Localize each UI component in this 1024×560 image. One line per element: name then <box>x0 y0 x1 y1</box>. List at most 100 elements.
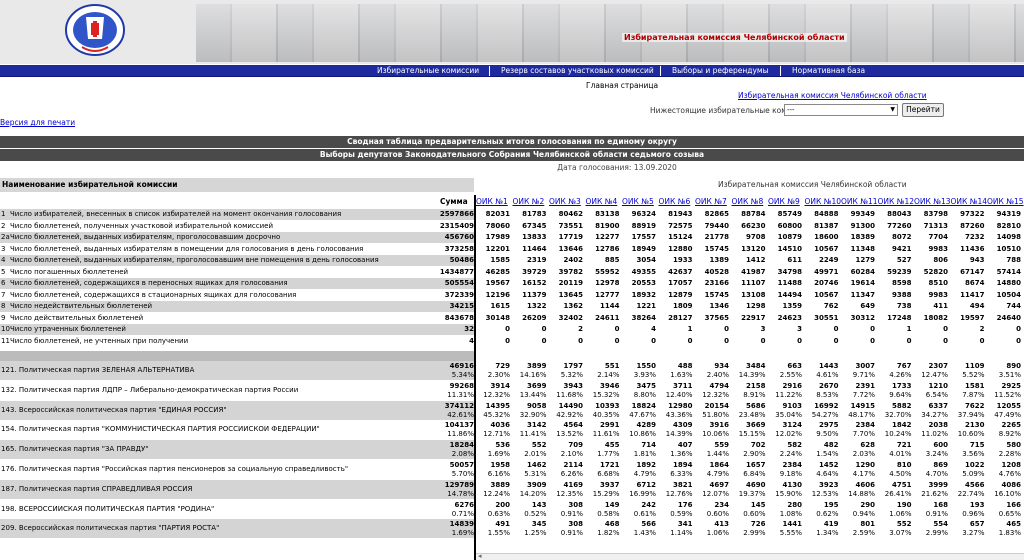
cell-percent: 3.24% <box>925 450 948 459</box>
nav-legal[interactable]: Нормативная база <box>792 66 865 75</box>
cell-value: 3699 <box>527 381 547 390</box>
cell-value: 1585 <box>490 256 510 264</box>
party-total: 99268 <box>449 381 474 390</box>
column-header-oik[interactable]: ОИК №15 <box>987 197 1024 206</box>
column-header-oik[interactable]: ОИК №8 <box>732 197 764 206</box>
column-header-oik[interactable]: ОИК №13 <box>914 197 951 206</box>
cell-percent: 12.47% <box>921 371 948 379</box>
go-button[interactable]: Перейти <box>902 103 944 117</box>
cell-value: 2402 <box>563 256 583 264</box>
row-total: 34215 <box>449 302 474 310</box>
cell-value: 8598 <box>892 279 912 287</box>
cell-value: 1290 <box>855 461 875 469</box>
cell-percent: 2.40% <box>706 371 729 379</box>
cell-value: 12201 <box>485 244 510 253</box>
column-header-oik[interactable]: ОИК №6 <box>659 197 691 206</box>
cell-value: 611 <box>787 256 802 264</box>
cell-value: 536 <box>495 441 510 450</box>
cell-percent: 40.35% <box>592 410 620 419</box>
horizontal-scrollbar[interactable]: ◂ <box>476 552 1024 560</box>
party-total-pct: 1.69% <box>451 529 474 538</box>
cell-value: 2038 <box>928 421 948 430</box>
home-link[interactable]: Главная страница <box>586 81 658 90</box>
cell-percent: 5.31% <box>524 470 547 478</box>
row-total: 372339 <box>444 290 474 299</box>
table-row: 8 Число недействительных бюллетеней 34215 1… <box>0 301 1024 312</box>
cell-percent: 4.70% <box>925 470 948 478</box>
nav-commissions[interactable]: Избирательные комиссии <box>377 66 479 75</box>
cell-value: 4697 <box>709 480 729 489</box>
party-total-pct: 14.78% <box>447 489 474 498</box>
column-header-oik[interactable]: ОИК №2 <box>513 197 545 206</box>
cell-value: 2114 <box>563 461 583 469</box>
cell-value: 20154 <box>704 401 729 410</box>
column-header-oik[interactable]: ОИК №5 <box>622 197 654 206</box>
cell-percent: 14.39% <box>665 430 693 439</box>
cell-percent: 1.55% <box>487 529 510 538</box>
subcommission-select[interactable]: --- ▼ <box>784 104 898 116</box>
cell-value: 1210 <box>928 381 948 390</box>
cell-value: 18389 <box>850 233 875 241</box>
cell-value: 234 <box>714 500 729 509</box>
cell-value: 24640 <box>996 313 1021 322</box>
cell-percent: 1.34% <box>816 529 839 538</box>
cell-percent: 0.60% <box>743 509 766 518</box>
cell-value: 14395 <box>485 401 510 410</box>
cell-value: 14098 <box>996 233 1021 241</box>
cell-value: 176 <box>677 500 693 509</box>
table-row: 10 Число утраченных бюллетеней 32 0 0 2 0 4 1 0 3 3… <box>0 324 1024 335</box>
column-header-oik[interactable]: ОИК №12 <box>878 197 915 206</box>
cell-percent: 12.02% <box>775 430 802 439</box>
cell-value: 559 <box>714 441 729 450</box>
cell-value: 242 <box>641 500 656 509</box>
column-header-oik[interactable]: ОИК №10 <box>805 197 842 206</box>
column-header-oik[interactable]: ОИК №11 <box>841 197 878 206</box>
cell-value: 9058 <box>527 401 547 410</box>
cell-percent: 4.01% <box>889 450 912 459</box>
nav-separator <box>780 66 781 76</box>
cell-value: 3937 <box>600 480 620 489</box>
cell-value: 0 <box>505 325 510 333</box>
party-row: 15 4. Политическая партия "КОММУНИСТИЧЕСК… <box>0 420 1024 439</box>
cell-value: 0 <box>505 336 510 345</box>
cell-value: 890 <box>1006 362 1021 370</box>
cell-value: 11488 <box>777 279 802 287</box>
row-total: 4 <box>469 336 474 345</box>
cell-value: 413 <box>714 520 729 529</box>
column-header-oik[interactable]: ОИК №14 <box>951 197 988 206</box>
cell-value: 0 <box>541 336 547 345</box>
cell-value: 1221 <box>636 302 656 310</box>
cell-percent: 8.91% <box>743 390 766 399</box>
cell-value: 15124 <box>668 233 693 241</box>
cell-value: 67345 <box>522 221 547 230</box>
party-total: 104137 <box>444 421 474 430</box>
cell-value: 657 <box>969 520 985 529</box>
column-header-oik[interactable]: ОИК №1 <box>476 197 508 206</box>
cell-value: 9103 <box>782 401 802 410</box>
column-header-oik[interactable]: ОИК №4 <box>586 197 618 206</box>
commission-logo[interactable] <box>64 3 126 57</box>
cell-value: 494 <box>969 302 985 310</box>
cell-percent: 10.86% <box>629 430 656 439</box>
cell-value: 14880 <box>996 279 1021 287</box>
print-version-link[interactable]: Версия для печати <box>0 118 75 127</box>
cell-percent: 12.07% <box>702 489 729 498</box>
nav-reserve[interactable]: Резерв составов участковых комиссий <box>501 66 654 75</box>
cell-value: 345 <box>531 520 547 529</box>
column-header-oik[interactable]: ОИК №3 <box>549 197 581 206</box>
row-number: 19 <box>1 504 10 513</box>
scroll-left-icon[interactable]: ◂ <box>478 552 482 560</box>
nav-elections[interactable]: Выборы и референдумы <box>672 66 769 75</box>
party-total-pct: 5.70% <box>451 470 474 478</box>
party-total: 374112 <box>444 401 474 410</box>
cell-value: 18949 <box>631 244 656 253</box>
column-header-oik[interactable]: ОИК №9 <box>768 197 800 206</box>
cell-value: 0 <box>870 336 875 345</box>
cell-percent: 45.32% <box>483 410 510 419</box>
cell-value: 9708 <box>746 233 766 241</box>
parent-commission-link[interactable]: Избирательная комиссия Челябинской облас… <box>738 91 927 100</box>
column-header-oik[interactable]: ОИК №7 <box>695 197 727 206</box>
cell-value: 99349 <box>850 210 875 218</box>
row-total: 373258 <box>444 244 474 253</box>
cell-value: 2975 <box>819 421 839 430</box>
